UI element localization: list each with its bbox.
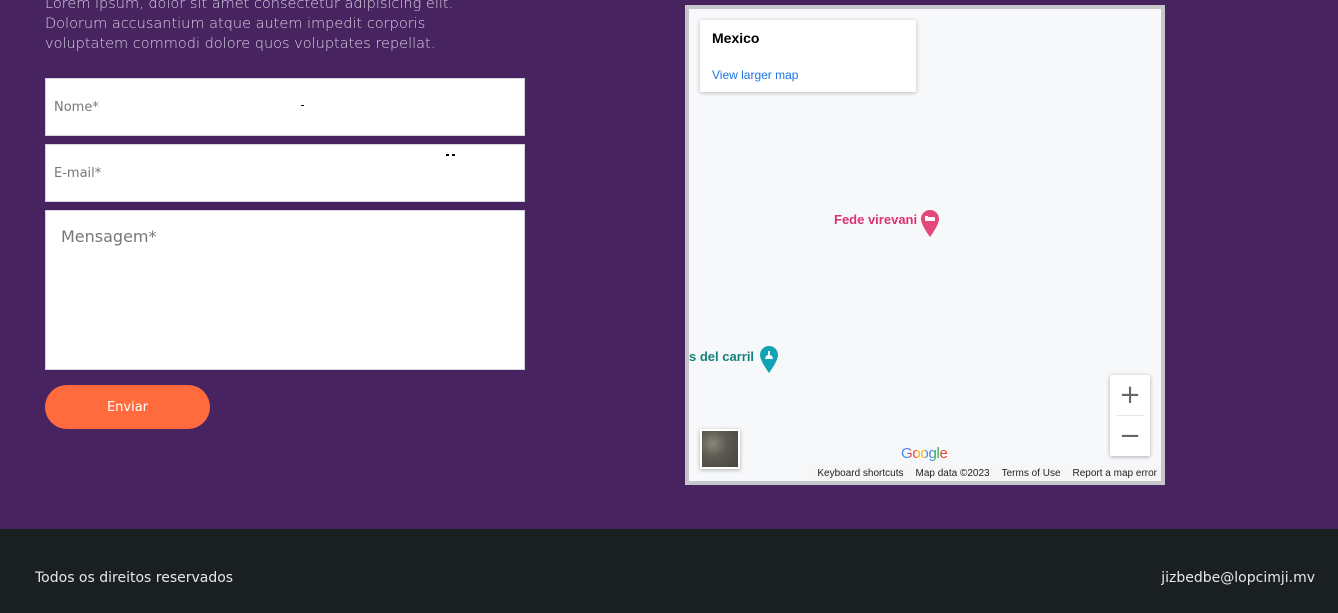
send-button[interactable]: Enviar [45,385,210,429]
intro-line: voluptatem commodi dolore quos voluptate… [45,36,436,52]
artifact-mark [301,105,304,106]
plus-icon: + [1119,380,1141,410]
artifact-mark [446,154,449,156]
minus-icon: − [1119,421,1141,451]
map-canvas[interactable]: Mexico View larger map Fede virevani s d… [689,9,1161,481]
name-field[interactable] [46,79,524,135]
map-embed: Mexico View larger map Fede virevani s d… [685,5,1165,485]
satellite-toggle-button[interactable] [700,429,740,469]
zoom-control: + − [1110,375,1150,456]
message-field[interactable] [46,211,524,369]
intro-text: Lorem ipsum, dolor sit amet consectetur … [45,0,545,54]
message-field-container [45,210,525,370]
keyboard-shortcuts-link[interactable]: Keyboard shortcuts [817,468,903,479]
google-logo: Google [901,445,948,462]
view-larger-map-link[interactable]: View larger map [712,68,798,82]
terms-of-use-link[interactable]: Terms of Use [1002,468,1061,479]
page-footer: Todos os direitos reservados jizbedbe@lo… [0,529,1338,613]
hotel-pin-icon[interactable] [919,208,941,238]
zoom-in-button[interactable]: + [1110,375,1150,415]
google-logo-text: Google [901,445,948,462]
poi-park-label[interactable]: s del carril [689,349,754,364]
park-pin-icon[interactable] [758,344,780,374]
zoom-out-button[interactable]: − [1110,416,1150,456]
intro-line: Lorem ipsum, dolor sit amet consectetur … [45,0,454,12]
email-field-container [45,144,525,202]
map-attribution-bar: Keyboard shortcuts Map data ©2023 Terms … [809,465,1161,481]
report-map-error-link[interactable]: Report a map error [1073,468,1157,479]
name-field-container [45,78,525,136]
artifact-mark [452,154,455,156]
map-place-title: Mexico [712,30,760,46]
map-info-card: Mexico View larger map [700,20,916,92]
copyright-text: Todos os direitos reservados [35,570,234,586]
poi-hotel-label[interactable]: Fede virevani [834,212,917,227]
map-data-text: Map data ©2023 [915,467,990,479]
intro-line: Dolorum accusantium atque autem impedit … [45,16,426,32]
footer-email-link[interactable]: jizbedbe@lopcimji.mv [1161,570,1315,586]
